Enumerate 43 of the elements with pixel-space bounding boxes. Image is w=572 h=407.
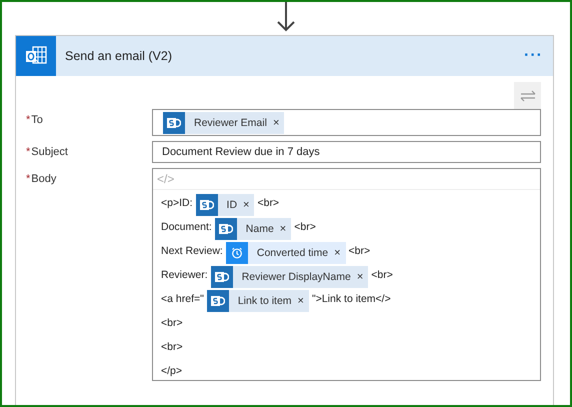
more-options-button[interactable]: ··· <box>524 47 543 65</box>
code-text: <a href=" <box>161 292 204 305</box>
token-label[interactable]: ID <box>218 199 244 211</box>
remove-token-button[interactable]: × <box>243 199 254 211</box>
field-label: *Subject <box>26 146 68 158</box>
code-text: <br> <box>161 340 183 353</box>
code-text: </p> <box>161 364 182 377</box>
code-text: Next Review: <box>161 244 223 257</box>
field-label: *To <box>26 114 43 126</box>
field-label: *Body <box>26 173 56 185</box>
remove-token-button[interactable]: × <box>272 116 284 128</box>
sharepoint-icon <box>210 266 233 288</box>
code-text: Reviewer: <box>161 268 208 281</box>
code-text: <br> <box>348 244 370 257</box>
code-text: Document: <box>161 220 212 233</box>
down-arrow-icon <box>277 2 295 32</box>
alarm-clock-icon <box>226 242 248 264</box>
sharepoint-icon <box>163 112 185 134</box>
remove-token-button[interactable]: × <box>280 223 292 235</box>
token-label[interactable]: Name <box>236 223 280 235</box>
code-text: <br> <box>371 268 393 281</box>
subject-field[interactable]: Document Review due in 7 days <box>152 141 541 163</box>
mail-app-icon <box>16 36 56 76</box>
sharepoint-icon <box>206 290 229 312</box>
code-text: ">Link to item</> <box>312 292 391 305</box>
swap-arrows-icon <box>520 90 536 102</box>
token-label[interactable]: Converted time <box>248 247 334 259</box>
code-text: <p>ID: <box>161 196 193 209</box>
remove-token-button[interactable]: × <box>334 247 346 259</box>
card-title: Send an email (V2) <box>65 49 174 63</box>
code-text: <br> <box>257 196 280 209</box>
code-text: <br> <box>161 316 183 329</box>
code-text: <br> <box>294 220 316 233</box>
remove-token-button[interactable]: × <box>356 271 368 283</box>
token-label[interactable]: Link to item <box>228 295 298 307</box>
token-label[interactable]: Reviewer DisplayName <box>232 271 357 283</box>
remove-token-button[interactable]: × <box>298 295 309 307</box>
recipient-field[interactable]: Reviewer Email × <box>152 109 541 136</box>
sharepoint-icon <box>196 194 218 216</box>
swap-button[interactable] <box>514 82 541 109</box>
sharepoint-icon <box>214 218 237 240</box>
token-label[interactable]: Reviewer Email <box>185 116 273 128</box>
body-editor[interactable]: <p>ID: ID × <br> Document: Name × <br> Next Review: Converted time × <br> Reviewer: Reviewer DisplayName × <br> <a href=" Link to item × ">Link to item</> <br> <br> </p> <box>153 190 540 386</box>
